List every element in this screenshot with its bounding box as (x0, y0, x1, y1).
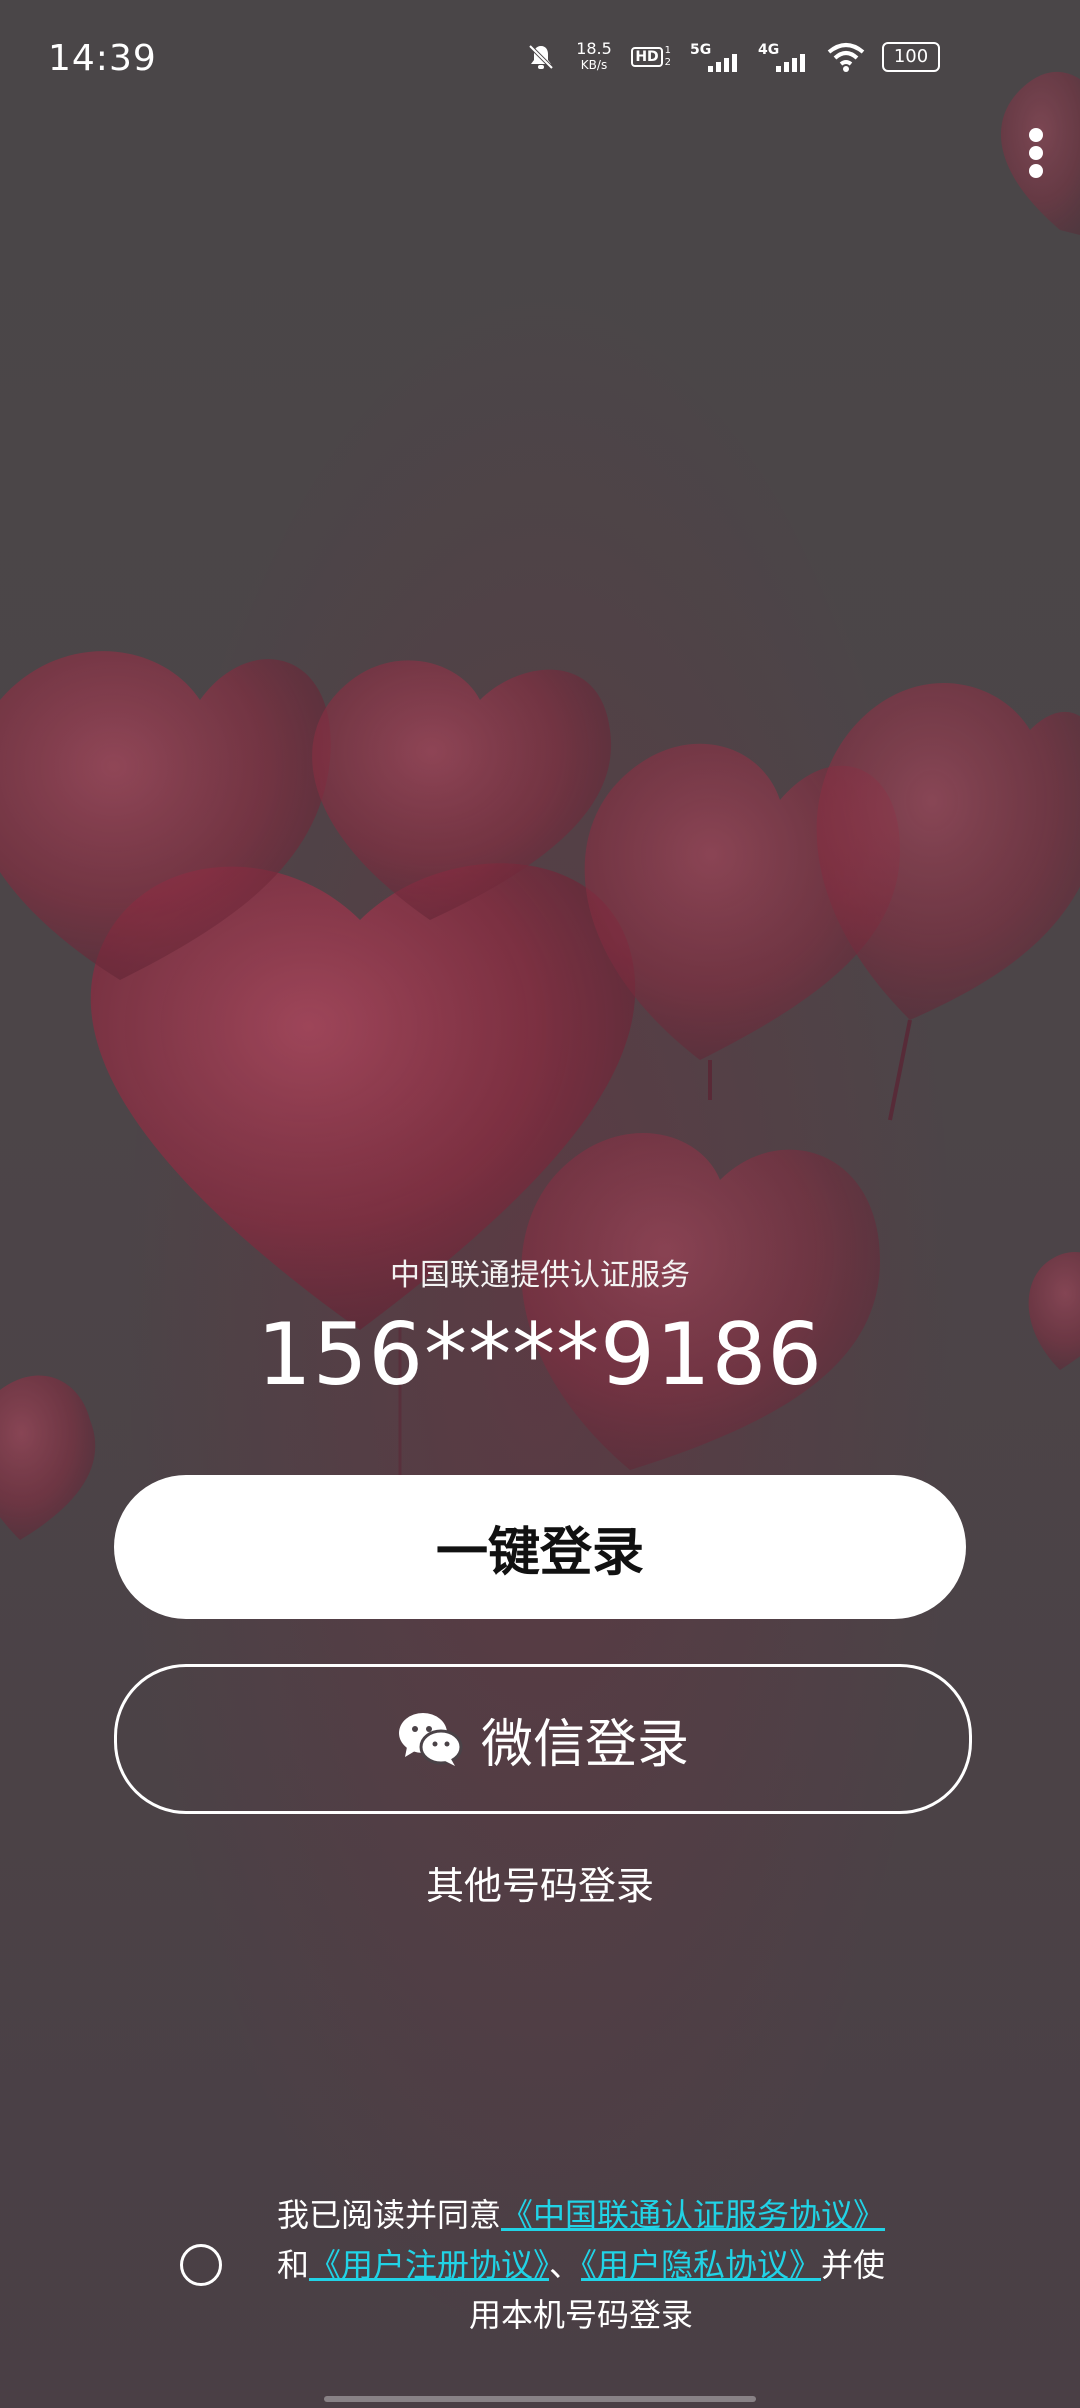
masked-phone-number: 156****9186 (256, 1305, 823, 1405)
agreement-section: 我已阅读并同意《中国联通认证服务协议》 和《用户注册协议》、《用户隐私协议》并使… (180, 2190, 900, 2340)
wechat-icon (398, 1713, 463, 1766)
agreement-separator: 、 (548, 2246, 581, 2284)
other-number-login-link[interactable]: 其他号码登录 (0, 1855, 1080, 1910)
provider-text: 中国联通提供认证服务 (390, 1258, 690, 1293)
agreement-prefix: 我已阅读并同意 (276, 2196, 501, 2234)
user-registration-agreement-link[interactable]: 《用户注册协议》 (309, 2246, 549, 2284)
wechat-login-label: 微信登录 (480, 1714, 689, 1775)
agreement-and: 和 (276, 2246, 309, 2284)
one-click-login-label: 一键登录 (435, 1522, 644, 1583)
agreement-checkbox[interactable] (180, 2244, 222, 2286)
home-indicator[interactable] (324, 2396, 756, 2402)
user-privacy-agreement-link[interactable]: 《用户隐私协议》 (581, 2246, 821, 2284)
unicom-auth-agreement-link[interactable]: 《中国联通认证服务协议》 (501, 2196, 885, 2234)
one-click-login-button[interactable]: 一键登录 (114, 1475, 966, 1619)
agreement-text: 我已阅读并同意《中国联通认证服务协议》 和《用户注册协议》、《用户隐私协议》并使… (262, 2190, 900, 2340)
login-panel: 中国联通提供认证服务 156****9186 一键登录 微信登录 其他号码登录 … (0, 0, 1080, 2408)
wechat-login-button[interactable]: 微信登录 (114, 1664, 972, 1814)
